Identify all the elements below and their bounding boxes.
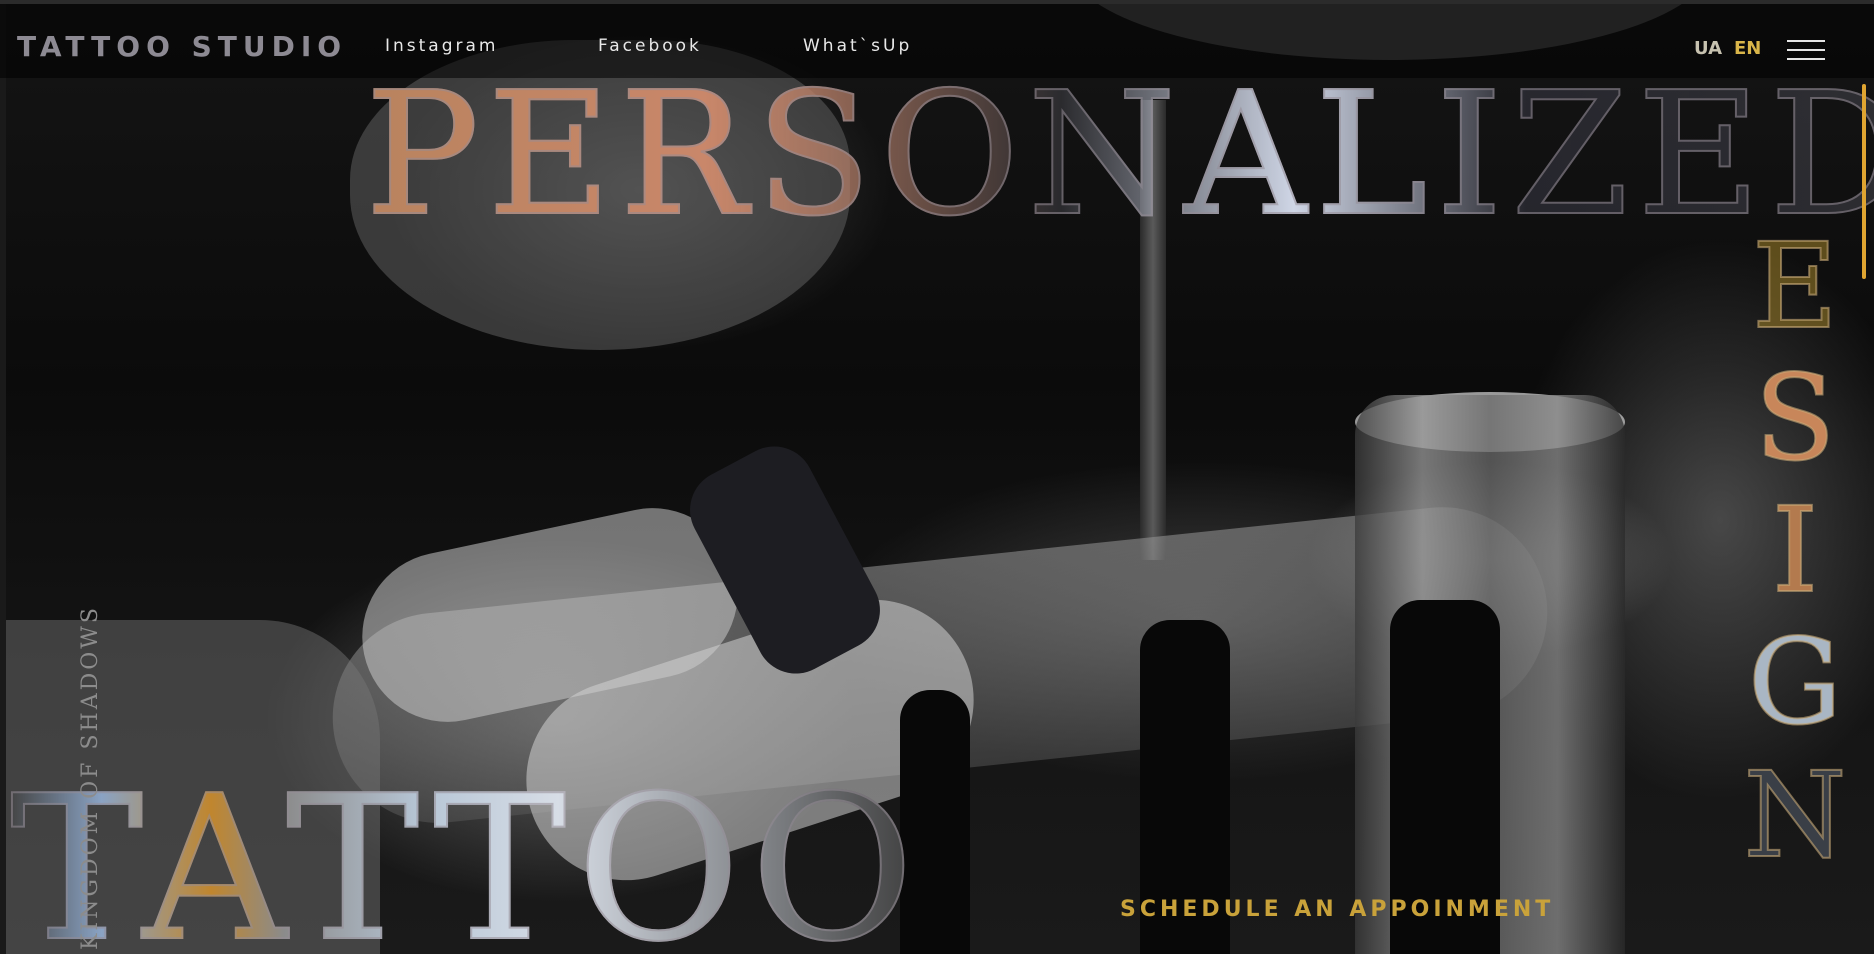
side-caption: KINGDOM OF SHADOWS xyxy=(78,605,103,950)
nav-link-whatsapp[interactable]: What`sUp xyxy=(803,36,912,56)
design-letter: I xyxy=(1771,481,1820,620)
site-header: TATTOO STUDIO Instagram Facebook What`sU… xyxy=(0,0,1874,78)
schedule-appointment-button[interactable]: SCHEDULE AN APPOINMENT xyxy=(1120,897,1554,922)
headline-personalized: PERSONALIZED xyxy=(364,69,1874,241)
design-letter: G xyxy=(1747,613,1843,752)
design-letter: S xyxy=(1754,349,1837,488)
hamburger-menu-icon[interactable] xyxy=(1787,40,1825,62)
headline-tattoo: TATTOO xyxy=(9,769,924,954)
site-logo[interactable]: TATTOO STUDIO xyxy=(17,30,347,63)
language-en[interactable]: EN xyxy=(1734,38,1761,59)
nav-link-facebook[interactable]: Facebook xyxy=(598,36,702,56)
left-edge-strip xyxy=(0,0,6,954)
design-letter: E xyxy=(1751,217,1839,355)
scrollbar-thumb[interactable] xyxy=(1862,84,1866,279)
language-ua[interactable]: UA xyxy=(1694,38,1722,59)
nav-link-instagram[interactable]: Instagram xyxy=(385,36,499,56)
headline-design-vertical: E S I G N xyxy=(1740,217,1850,884)
design-letter: N xyxy=(1742,745,1847,884)
